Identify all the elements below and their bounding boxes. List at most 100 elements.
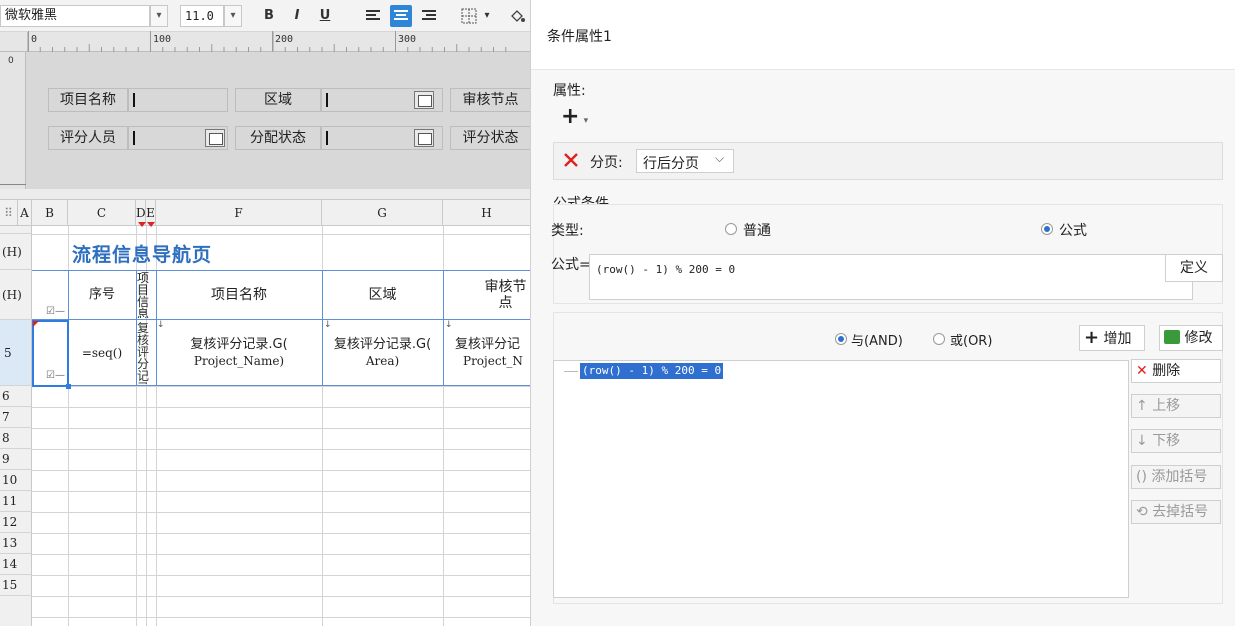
row-header[interactable]: 8 [0,428,32,449]
radio-normal[interactable] [725,223,737,235]
cell-seq-formula[interactable]: =seq() [68,320,136,386]
row-header[interactable]: 11 [0,491,32,512]
header-seq: 序号 [88,287,115,302]
col-header-c[interactable]: C [68,200,136,226]
align-center-icon[interactable] [390,5,412,27]
add-condition-button[interactable]: + 增加 [1079,325,1145,351]
param-input-area[interactable] [321,88,443,112]
row-header[interactable]: 5 [0,320,32,386]
row-header[interactable]: 9 [0,449,32,470]
row-header-spacer [0,226,32,234]
dropdown-icon[interactable] [414,129,434,147]
arrow-up-icon: ↑ [1136,398,1148,414]
row-header[interactable]: 12 [0,512,32,533]
formula-text: (row() - 1) % 200 = 0 [596,263,736,276]
remove-parentheses-icon: ⟲ [1136,504,1148,520]
radio-normal-label: 普通 [743,223,771,239]
col-header-a[interactable]: A [18,200,32,226]
chevron-down-icon[interactable]: ▾ [480,5,494,27]
dialog-header: 条件属性1 [531,0,1235,70]
cell-area[interactable]: 复核评分记录.G( Area) [322,320,443,386]
chevron-down-icon[interactable]: ▾ [224,5,242,27]
row-header [0,596,32,626]
col-header-f[interactable]: F [156,200,322,226]
arrow-down-icon: ↓ [1136,433,1148,449]
add-parentheses-button[interactable]: () 添加括号 [1131,465,1221,489]
radio-or[interactable] [933,333,945,345]
italic-button[interactable]: I [286,5,308,27]
dropdown-icon[interactable] [414,91,434,109]
modify-condition-button[interactable]: 修改 [1159,325,1223,351]
delete-button[interactable]: ✕ 删除 [1131,359,1221,383]
row-header[interactable]: 13 [0,533,32,554]
report-title: 流程信息导航页 [72,244,213,266]
header-project-info: 项目信息 [137,272,150,318]
cell-audit-node[interactable]: 复核评分记 Project_N [443,320,530,386]
remove-parentheses-label: 去掉括号 [1152,504,1209,520]
row-header[interactable]: 7 [0,407,32,428]
row-header[interactable]: 15 [0,575,32,596]
parentheses-icon: () [1136,469,1147,485]
header-area: 区域 [368,287,397,303]
page-break-label: 分页: [590,155,623,171]
radio-formula[interactable] [1041,223,1053,235]
page-break-value: 行后分页 [643,156,699,172]
chevron-down-icon[interactable]: ▾ [150,5,168,27]
col-header-b[interactable]: B [32,200,68,226]
condition-attribute-dialog: 条件属性1 属性: + ▾ 分页: 行后分页 ⌵ 公式条件 类型: 普通 公式 … [530,0,1235,626]
checkbox-icon: ☑— [46,306,65,317]
condition-tree[interactable]: (row() - 1) % 200 = 0 [553,360,1129,598]
align-left-icon[interactable] [362,5,384,27]
formula-label: 公式= [551,257,591,273]
font-size-select[interactable]: 11.0 [180,5,224,27]
fill-color-icon[interactable] [506,5,528,27]
underline-button[interactable]: U [314,5,336,27]
formula-input[interactable]: (row() - 1) % 200 = 0 [589,254,1193,300]
plus-icon: + [561,104,580,129]
col-header-h[interactable]: H [443,200,530,226]
chevron-down-icon: ▾ [583,116,589,126]
radio-and-label: 与(AND) [851,334,903,349]
param-input-scorer[interactable] [128,126,228,150]
row-header[interactable]: 6 [0,386,32,407]
param-input-project-name[interactable] [128,88,228,112]
move-down-button[interactable]: ↓ 下移 [1131,429,1221,453]
param-label-assign-status: 分配状态 [235,126,321,150]
row-header[interactable]: 14 [0,554,32,575]
row-header[interactable]: 10 [0,470,32,491]
cell-project-name[interactable]: 复核评分记录.G( Project_Name) [156,320,322,386]
cell-text: Project_Name) [193,354,285,368]
spreadsheet-grid[interactable]: ⠿ A B C D E F G H (H) (H) 5 6 7 8 9 10 1… [0,200,530,626]
cell-text: 复核评分记 [455,337,521,352]
define-button[interactable]: 定义 [1165,254,1223,282]
select-all-corner[interactable]: ⠿ [0,200,18,226]
border-icon[interactable] [458,5,480,27]
cell-text: Area) [365,354,400,368]
radio-formula-label: 公式 [1059,223,1087,239]
radio-and[interactable] [835,333,847,345]
add-attribute-button[interactable]: + ▾ [561,106,595,128]
font-name-select[interactable]: 微软雅黑 [0,5,150,27]
param-input-assign-status[interactable] [321,126,443,150]
radio-or-label: 或(OR) [950,334,993,349]
dropdown-icon[interactable] [205,129,225,147]
horizontal-ruler: 0 100 200 300 [0,31,530,52]
bold-button[interactable]: B [258,5,280,27]
condition-tree-item[interactable]: (row() - 1) % 200 = 0 [580,363,724,379]
modify-condition-label: 修改 [1184,330,1213,346]
delete-attribute-icon[interactable] [562,151,580,173]
move-down-label: 下移 [1152,433,1181,449]
move-up-button[interactable]: ↑ 上移 [1131,394,1221,418]
type-label: 类型: [551,223,584,239]
page-break-select[interactable]: 行后分页 ⌵ [636,149,734,173]
align-right-icon[interactable] [418,5,440,27]
vertical-ruler: 0 [0,52,26,189]
add-parentheses-label: 添加括号 [1151,469,1208,485]
row-header[interactable]: (H) [0,270,32,320]
cell-narrow[interactable]: 复核评分记录 [137,322,155,384]
header-project-name: 项目名称 [211,287,267,303]
col-header-g[interactable]: G [322,200,443,226]
remove-parentheses-button[interactable]: ⟲ 去掉括号 [1131,500,1221,524]
cell-text: 复核评分记录.G( [333,337,432,352]
row-header[interactable]: (H) [0,234,32,270]
